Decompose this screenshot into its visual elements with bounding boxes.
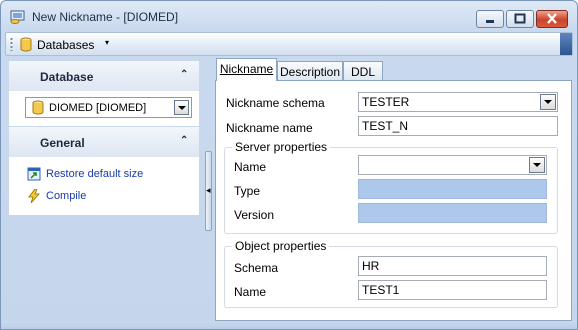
- nickname-schema-value: TESTER: [362, 95, 410, 109]
- minimize-icon: [486, 20, 494, 23]
- chevron-down-icon[interactable]: [529, 157, 545, 173]
- database-icon: [20, 37, 32, 52]
- collapse-left-icon[interactable]: ◂: [206, 185, 211, 196]
- chevron-down-icon: ▾: [105, 38, 110, 47]
- databases-menu-label: Databases: [37, 38, 95, 52]
- tab-description[interactable]: Description: [277, 61, 343, 81]
- window-title: New Nickname - [DIOMED]: [32, 10, 179, 24]
- collapse-chevron-icon[interactable]: ⌃: [180, 69, 188, 80]
- database-section-body: DIOMED [DIOMED]: [9, 91, 199, 126]
- close-button[interactable]: [536, 10, 568, 28]
- server-properties-title: Server properties: [232, 140, 331, 154]
- tab-description-label: Description: [279, 65, 341, 79]
- collapse-chevron-icon[interactable]: ⌃: [180, 135, 188, 146]
- nickname-schema-select[interactable]: TESTER: [358, 92, 558, 112]
- server-version-field: [358, 203, 547, 223]
- object-name-input[interactable]: TEST1: [358, 280, 547, 300]
- left-navigation-panel: Database ⌃ DIOMED [DIOMED] General ⌃ Res…: [6, 58, 206, 320]
- restore-size-icon: [27, 167, 41, 181]
- maximize-icon: [514, 13, 526, 24]
- toolbar-overflow-button[interactable]: [560, 33, 572, 55]
- object-schema-value: HR: [362, 259, 380, 273]
- tab-nickname-label: Nickname: [219, 62, 274, 76]
- minimize-button[interactable]: [476, 10, 504, 28]
- general-section-header[interactable]: General ⌃: [9, 127, 199, 157]
- server-type-label: Type: [234, 184, 261, 198]
- nickname-schema-label: Nickname schema: [226, 96, 325, 110]
- toolbar: Databases ▾: [5, 32, 573, 56]
- server-version-label: Version: [234, 208, 275, 222]
- object-properties-title: Object properties: [232, 239, 330, 253]
- object-schema-label: Schema: [234, 261, 279, 275]
- tab-ddl[interactable]: DDL: [343, 61, 383, 81]
- general-section-body: Restore default size Compile: [9, 157, 199, 215]
- database-select[interactable]: DIOMED [DIOMED]: [25, 97, 192, 118]
- object-name-value: TEST1: [362, 283, 400, 297]
- compile-label: Compile: [46, 190, 87, 202]
- nickname-tab-content: Nickname schema TESTER Nickname name TES…: [215, 80, 572, 321]
- nickname-editor-window: New Nickname - [DIOMED] Databases ▾ Data…: [0, 0, 578, 330]
- title-bar[interactable]: New Nickname - [DIOMED]: [1, 1, 577, 31]
- database-select-value: DIOMED [DIOMED]: [49, 102, 147, 114]
- compile-lightning-icon: [28, 189, 40, 203]
- tab-ddl-label: DDL: [350, 65, 375, 79]
- server-name-select[interactable]: [358, 155, 547, 175]
- panel-splitter[interactable]: ◂: [205, 151, 212, 231]
- database-icon: [32, 100, 44, 115]
- chevron-down-icon[interactable]: [540, 94, 556, 110]
- object-name-label: Name: [234, 285, 267, 299]
- nickname-app-icon: [10, 10, 25, 24]
- database-section-header[interactable]: Database ⌃: [9, 61, 199, 91]
- object-schema-input[interactable]: HR: [358, 256, 547, 276]
- chevron-down-icon[interactable]: [174, 100, 189, 115]
- nickname-name-value: TEST_N: [362, 119, 409, 133]
- nickname-name-input[interactable]: TEST_N: [358, 116, 558, 136]
- close-icon: [547, 13, 557, 24]
- restore-default-size-label: Restore default size: [46, 168, 144, 180]
- server-type-field: [358, 179, 547, 199]
- server-name-label: Name: [234, 160, 267, 174]
- tab-nickname[interactable]: Nickname: [216, 58, 277, 81]
- toolbar-grip-handle[interactable]: [10, 37, 13, 51]
- general-section-title: General: [40, 136, 85, 150]
- nickname-name-label: Nickname name: [226, 121, 313, 135]
- maximize-button[interactable]: [506, 10, 534, 28]
- database-section-title: Database: [40, 70, 94, 84]
- status-bar: [1, 321, 577, 329]
